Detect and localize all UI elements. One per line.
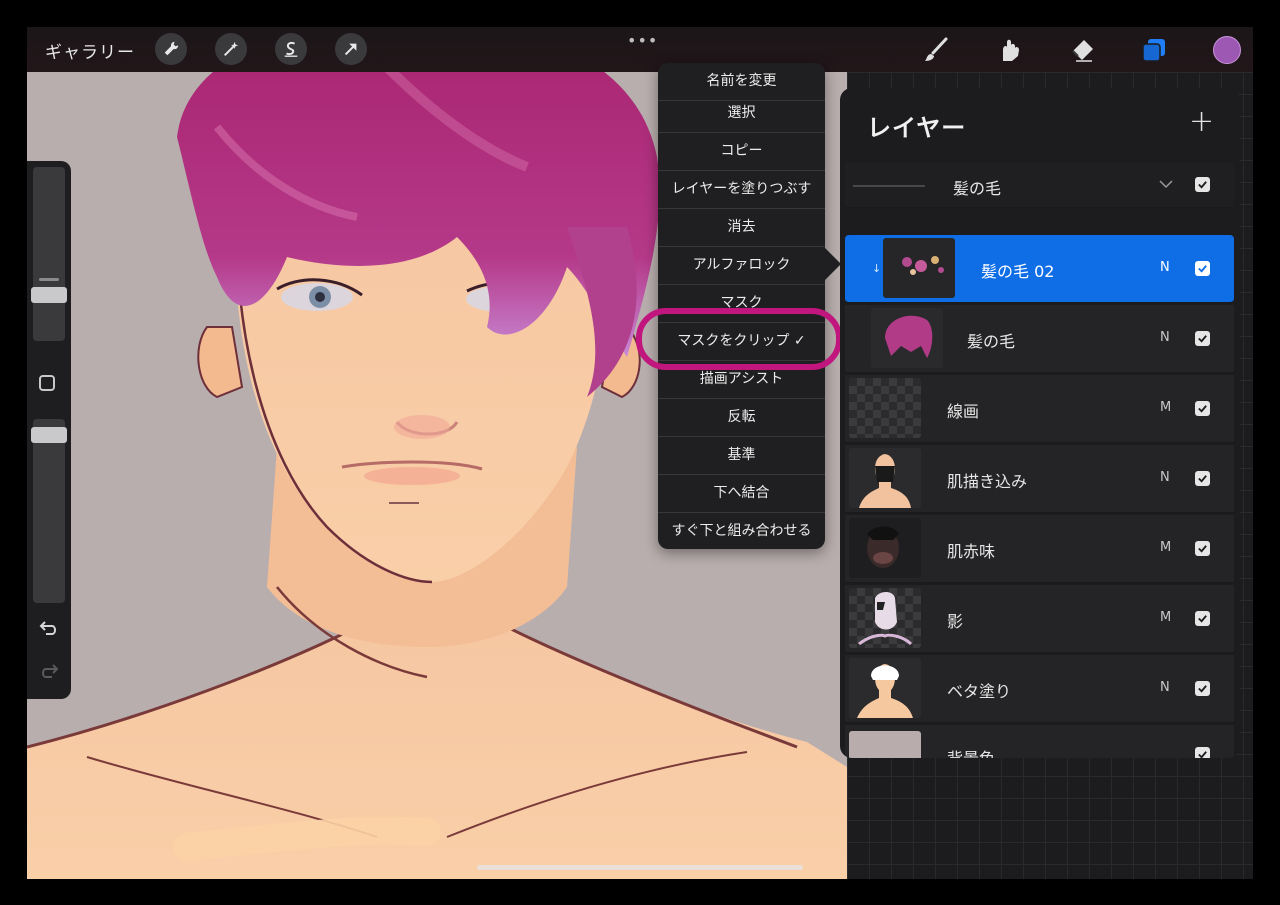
menu-item-invert[interactable]: 反転 bbox=[658, 399, 825, 437]
group-divider bbox=[853, 185, 925, 187]
layer-row[interactable]: ベタ塗り N bbox=[845, 655, 1234, 723]
eraser-icon[interactable] bbox=[1067, 35, 1097, 65]
layer-group-name: 髪の毛 bbox=[953, 179, 1002, 198]
magic-wand-icon[interactable] bbox=[215, 33, 247, 65]
layers-icon[interactable] bbox=[1139, 35, 1169, 65]
transform-arrow-icon[interactable] bbox=[335, 33, 367, 65]
layer-row[interactable]: 背景色 bbox=[845, 725, 1234, 758]
top-toolbar: ギャラリー ••• bbox=[27, 27, 1253, 72]
blend-mode-label[interactable]: M bbox=[1160, 540, 1171, 555]
layer-thumbnail bbox=[849, 658, 921, 718]
layer-row[interactable]: 肌赤味 M bbox=[845, 515, 1234, 583]
blend-mode-label[interactable]: N bbox=[1160, 470, 1170, 485]
blend-mode-label[interactable]: N bbox=[1160, 260, 1170, 275]
layer-thumbnail bbox=[883, 238, 955, 298]
layer-thumbnail bbox=[871, 308, 943, 368]
color-picker-swatch[interactable] bbox=[1213, 36, 1241, 64]
layer-thumbnail bbox=[849, 378, 921, 438]
menu-item-fill-layer[interactable]: レイヤーを塗りつぶす bbox=[658, 171, 825, 209]
redo-icon[interactable] bbox=[37, 659, 61, 683]
layer-name: 影 bbox=[947, 612, 964, 631]
brush-size-slider[interactable] bbox=[33, 167, 65, 341]
procreate-screen: ギャラリー ••• 名前を変更 選択 コピー レイヤーを塗りつぶす 消去 アルフ… bbox=[27, 27, 1253, 879]
layer-name: ベタ塗り bbox=[947, 682, 1012, 701]
modify-button[interactable] bbox=[39, 375, 55, 391]
layer-row[interactable]: 肌描き込み N bbox=[845, 445, 1234, 513]
layer-visibility-checkbox[interactable] bbox=[1195, 611, 1210, 626]
layer-visibility-checkbox[interactable] bbox=[1195, 681, 1210, 696]
blend-mode-label[interactable]: M bbox=[1160, 400, 1171, 415]
layer-name: 髪の毛 02 bbox=[981, 262, 1055, 281]
more-options-icon[interactable]: ••• bbox=[627, 31, 658, 50]
gallery-button[interactable]: ギャラリー bbox=[45, 38, 135, 63]
blend-mode-label[interactable]: M bbox=[1160, 610, 1171, 625]
blend-mode-label[interactable]: N bbox=[1160, 680, 1170, 695]
brush-icon[interactable] bbox=[921, 35, 951, 65]
menu-pointer-arrow bbox=[825, 248, 841, 280]
wrench-icon[interactable] bbox=[155, 33, 187, 65]
menu-item-combine-down[interactable]: すぐ下と組み合わせる bbox=[658, 513, 825, 549]
layer-name: 肌赤味 bbox=[947, 542, 996, 561]
undo-icon[interactable] bbox=[37, 616, 61, 640]
highlight-annotation-ring bbox=[636, 308, 842, 370]
layer-visibility-checkbox[interactable] bbox=[1195, 471, 1210, 486]
blend-mode-label[interactable]: N bbox=[1160, 330, 1170, 345]
add-layer-button[interactable]: + bbox=[1189, 104, 1214, 139]
layer-visibility-checkbox[interactable] bbox=[1195, 541, 1210, 556]
layer-name: 線画 bbox=[947, 402, 980, 421]
menu-item-select[interactable]: 選択 bbox=[658, 95, 825, 133]
chevron-down-icon[interactable] bbox=[1157, 175, 1175, 193]
layer-visibility-checkbox[interactable] bbox=[1195, 177, 1210, 192]
menu-item-alpha-lock[interactable]: アルファロック bbox=[658, 247, 825, 285]
menu-item-copy[interactable]: コピー bbox=[658, 133, 825, 171]
layer-thumbnail bbox=[849, 588, 921, 648]
slider-tick bbox=[39, 278, 59, 281]
layer-visibility-checkbox[interactable] bbox=[1195, 261, 1210, 276]
layer-options-menu: 名前を変更 選択 コピー レイヤーを塗りつぶす 消去 アルファロック マスク マ… bbox=[658, 63, 825, 549]
layer-name: 背景色 bbox=[947, 745, 995, 758]
layer-visibility-checkbox[interactable] bbox=[1195, 331, 1210, 346]
home-indicator bbox=[477, 865, 803, 870]
layer-thumbnail bbox=[849, 448, 921, 508]
smudge-icon[interactable] bbox=[993, 35, 1023, 65]
layer-row[interactable]: 影 M bbox=[845, 585, 1234, 653]
layer-name: 肌描き込み bbox=[947, 472, 1028, 491]
left-sidebar bbox=[27, 161, 71, 699]
opacity-thumb[interactable] bbox=[31, 427, 67, 443]
brush-size-thumb[interactable] bbox=[31, 287, 67, 303]
selection-s-icon[interactable] bbox=[275, 33, 307, 65]
layer-thumbnail bbox=[849, 518, 921, 578]
layer-group-row[interactable]: 髪の毛 bbox=[845, 162, 1234, 208]
layer-thumbnail bbox=[849, 731, 921, 758]
layer-visibility-checkbox[interactable] bbox=[1195, 401, 1210, 416]
opacity-slider[interactable] bbox=[33, 419, 65, 603]
layers-panel-title: レイヤー bbox=[867, 114, 967, 142]
layer-row[interactable]: ↓ 髪の毛 02 N bbox=[845, 235, 1234, 303]
layer-name: 髪の毛 bbox=[967, 332, 1016, 351]
layer-row[interactable]: 線画 M bbox=[845, 375, 1234, 443]
layers-panel: レイヤー + 髪の毛 ↓ 髪の毛 02 N 髪の毛 N 線画 M 肌描き込み N… bbox=[840, 88, 1240, 758]
menu-item-reference[interactable]: 基準 bbox=[658, 437, 825, 475]
layer-visibility-checkbox[interactable] bbox=[1195, 747, 1210, 758]
clip-indicator-icon: ↓ bbox=[872, 262, 882, 275]
menu-item-merge-down[interactable]: 下へ結合 bbox=[658, 475, 825, 513]
menu-item-clear[interactable]: 消去 bbox=[658, 209, 825, 247]
layer-row[interactable]: 髪の毛 N bbox=[845, 305, 1234, 373]
